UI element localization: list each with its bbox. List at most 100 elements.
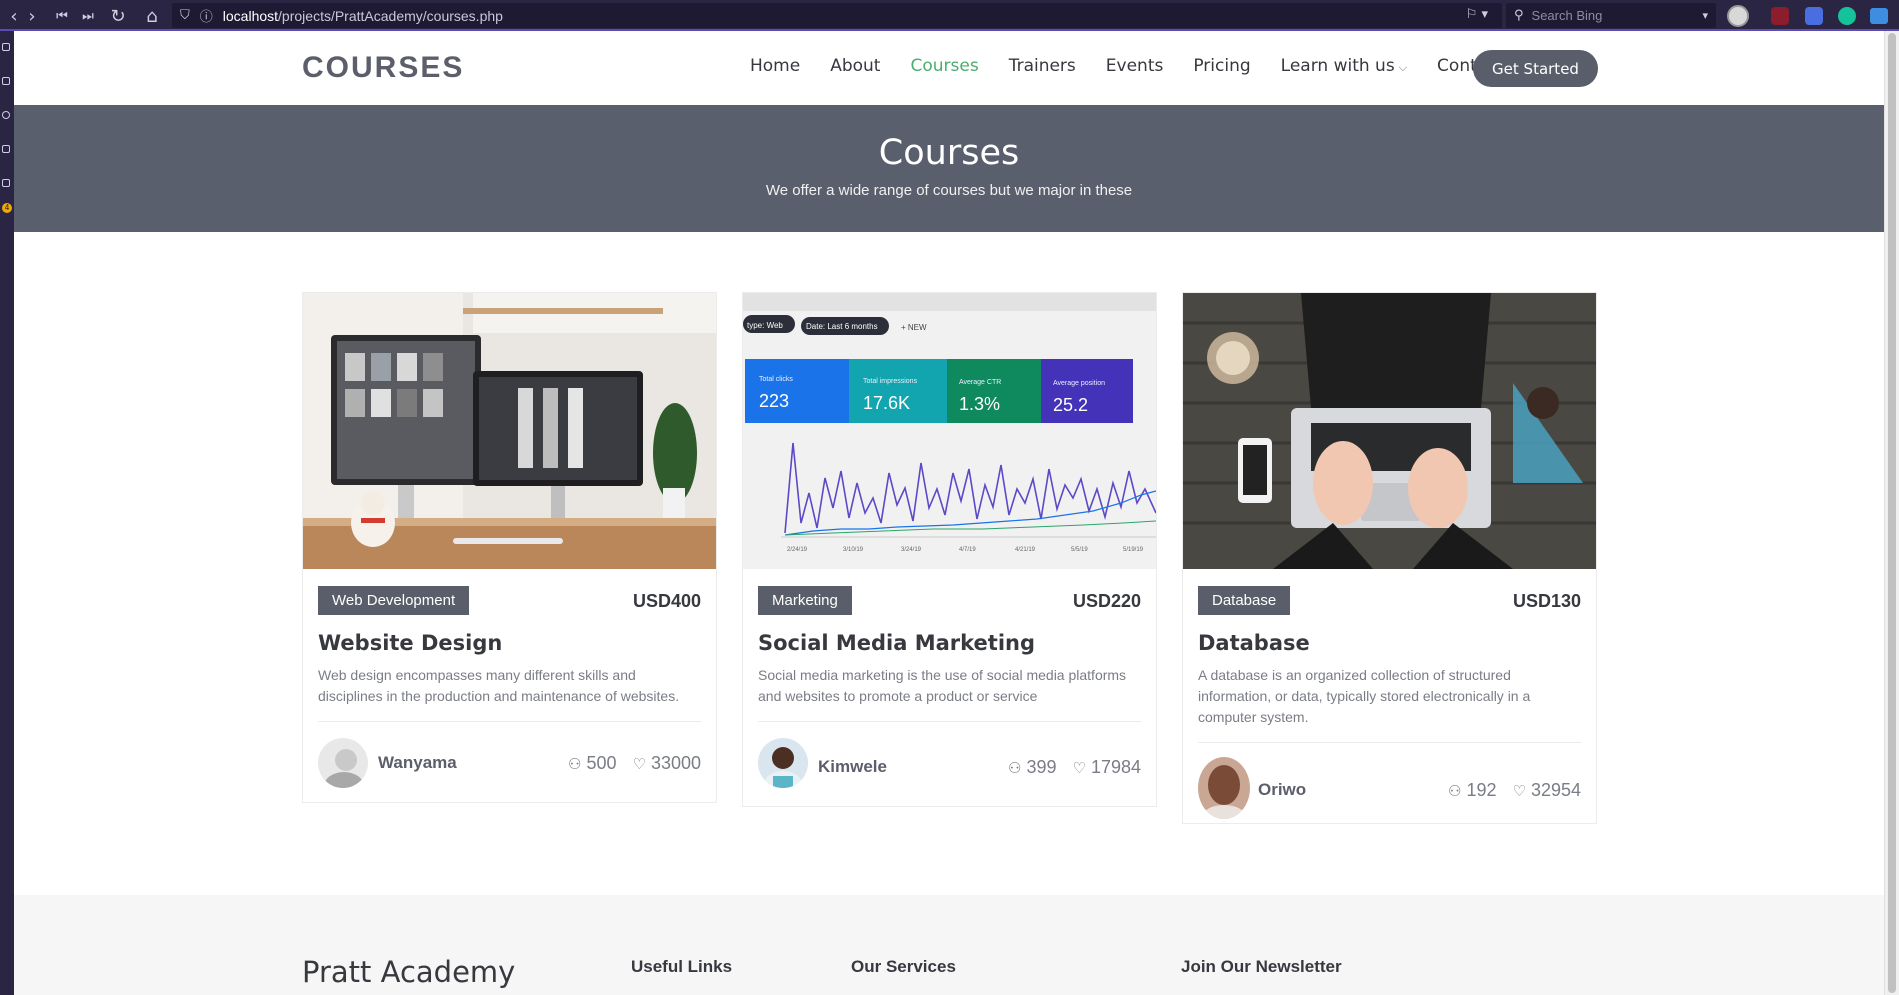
- site-logo[interactable]: COURSES: [302, 51, 464, 85]
- page-subtitle: We offer a wide range of courses but we …: [765, 182, 1133, 199]
- nav-trainers[interactable]: Trainers: [1009, 56, 1076, 76]
- screen-capture-icon[interactable]: [1870, 8, 1888, 24]
- trainer-name: Kimwele: [818, 757, 887, 776]
- nav-events[interactable]: Events: [1106, 56, 1164, 76]
- course-image-laptop[interactable]: [1183, 293, 1596, 569]
- heart-icon: ♡: [1072, 758, 1086, 777]
- kpi-clicks-value: 223: [759, 391, 789, 411]
- course-card[interactable]: type: Web Date: Last 6 months + NEW Tota…: [742, 292, 1157, 807]
- footer-newsletter-heading: Join Our Newsletter: [1181, 957, 1342, 976]
- course-trainer-row: Wanyama ⚇ 500 ♡ 33000: [318, 722, 701, 802]
- trainer-name: Oriwo: [1258, 780, 1307, 799]
- course-price: USD220: [1072, 591, 1141, 611]
- sidebar-notes-icon[interactable]: [2, 145, 10, 153]
- course-category-badge: Marketing: [758, 586, 852, 615]
- shield-icon: ⛉: [180, 8, 190, 23]
- nav-pricing[interactable]: Pricing: [1193, 56, 1250, 76]
- site-header: COURSES Home About Courses Trainers Even…: [14, 31, 1884, 105]
- course-title[interactable]: Website Design: [318, 631, 701, 655]
- info-icon[interactable]: ⓘ: [200, 6, 213, 25]
- sidebar-bookmarks-icon[interactable]: [2, 43, 10, 51]
- kpi-ctr-label: Average CTR: [959, 379, 1001, 386]
- search-placeholder: Search Bing: [1531, 8, 1603, 23]
- page-hero: Courses We offer a wide range of courses…: [14, 105, 1884, 232]
- date-tick-4: 4/7/19: [959, 547, 976, 553]
- home-icon[interactable]: ⌂: [138, 2, 166, 30]
- trainer-avatar: [318, 738, 368, 788]
- course-category-badge: Web Development: [318, 586, 470, 615]
- heart-icon: ♡: [1512, 781, 1526, 800]
- course-stats: ⚇ 399 ♡ 17984: [992, 757, 1141, 778]
- date-tick-3: 3/24/19: [901, 547, 922, 553]
- trainer-avatar: [758, 738, 808, 788]
- sidebar-panel-icon[interactable]: [2, 179, 10, 187]
- scroll-thumb[interactable]: [1888, 33, 1896, 993]
- footer-services-heading: Our Services: [851, 957, 956, 976]
- grammarly-icon[interactable]: [1838, 7, 1856, 25]
- url-host: localhost: [222, 7, 279, 24]
- get-started-button[interactable]: Get Started: [1473, 50, 1598, 87]
- nav-about[interactable]: About: [830, 56, 880, 76]
- heart-icon: ♡: [632, 754, 646, 773]
- kpi-clicks-label: Total clicks: [759, 376, 793, 383]
- trainer-name: Wanyama: [378, 753, 457, 772]
- reload-icon[interactable]: ↻: [104, 2, 132, 30]
- main-nav: Home About Courses Trainers Events Prici…: [750, 56, 1533, 76]
- date-tick-5: 4/21/19: [1015, 547, 1036, 553]
- course-image-analytics[interactable]: type: Web Date: Last 6 months + NEW Tota…: [743, 293, 1156, 569]
- skip-forward-icon[interactable]: ⏭: [74, 2, 102, 30]
- site-footer: Pratt Academy Useful Links Our Services …: [14, 895, 1884, 995]
- notification-badge: 4: [2, 203, 12, 213]
- students-count: 192: [1466, 780, 1497, 800]
- chevron-down-icon[interactable]: ▾: [1702, 9, 1708, 22]
- students-count: 500: [586, 753, 617, 773]
- browser-sidebar: 4: [0, 31, 14, 995]
- url-path: /projects/PrattAcademy/courses.php: [278, 7, 503, 24]
- kpi-impressions-label: Total impressions: [863, 378, 918, 385]
- address-bar[interactable]: ⛉ ⓘ localhost/projects/PrattAcademy/cour…: [172, 3, 1502, 28]
- course-category-badge: Database: [1198, 586, 1291, 615]
- profile-avatar-icon[interactable]: [1727, 5, 1749, 27]
- course-description: Social media marketing is the use of soc…: [758, 665, 1141, 722]
- course-card[interactable]: Web Development USD400 Website Design We…: [302, 292, 717, 803]
- course-card-body: Web Development USD400 Website Design We…: [303, 569, 716, 802]
- kpi-position-value: 25.2: [1053, 395, 1088, 415]
- ublock-extension-icon[interactable]: [1771, 7, 1789, 25]
- forward-icon[interactable]: ›: [18, 2, 46, 30]
- search-input[interactable]: ⚲ Search Bing ▾: [1506, 3, 1716, 28]
- search-icon: ⚲: [1514, 8, 1524, 23]
- extension-icon[interactable]: [1805, 7, 1823, 25]
- nav-learn-label: Learn with us: [1280, 56, 1395, 76]
- kpi-position-label: Average position: [1053, 380, 1105, 387]
- course-price: USD400: [632, 591, 701, 611]
- scrollbar[interactable]: [1884, 31, 1899, 995]
- page-title: Courses: [878, 133, 1020, 173]
- bookmark-icon[interactable]: ⚐ ▾: [1466, 7, 1488, 22]
- nav-home[interactable]: Home: [750, 56, 800, 76]
- course-card[interactable]: Database USD130 Database A database is a…: [1182, 292, 1597, 824]
- nav-learn-with-us[interactable]: Learn with us ⌵: [1281, 56, 1407, 76]
- course-image-desk-monitors[interactable]: [303, 293, 716, 569]
- filter-type-label: type: Web: [747, 321, 783, 330]
- footer-brand: Pratt Academy: [302, 955, 516, 989]
- user-icon: ⚇: [1447, 781, 1462, 800]
- likes-count: 32954: [1530, 780, 1581, 800]
- course-stats: ⚇ 192 ♡ 32954: [1432, 780, 1581, 801]
- footer-useful-links-heading: Useful Links: [631, 957, 733, 976]
- kpi-ctr-value: 1.3%: [959, 394, 1000, 414]
- course-card-body: Database USD130 Database A database is a…: [1183, 569, 1596, 823]
- students-count: 399: [1026, 757, 1057, 777]
- page: COURSES Home About Courses Trainers Even…: [14, 31, 1884, 995]
- course-title[interactable]: Database: [1198, 631, 1581, 655]
- sidebar-downloads-icon[interactable]: [2, 77, 10, 85]
- user-icon: ⚇: [1007, 758, 1022, 777]
- skip-back-icon[interactable]: ⏮: [48, 2, 76, 30]
- likes-count: 17984: [1090, 757, 1141, 777]
- sidebar-history-icon[interactable]: [2, 111, 10, 119]
- course-description: A database is an organized collection of…: [1198, 665, 1581, 743]
- course-card-body: Marketing USD220 Social Media Marketing …: [743, 569, 1156, 806]
- course-title[interactable]: Social Media Marketing: [758, 631, 1141, 655]
- course-price: USD130: [1512, 591, 1581, 611]
- chevron-down-icon: ⌵: [1398, 61, 1408, 74]
- nav-courses[interactable]: Courses: [910, 56, 978, 76]
